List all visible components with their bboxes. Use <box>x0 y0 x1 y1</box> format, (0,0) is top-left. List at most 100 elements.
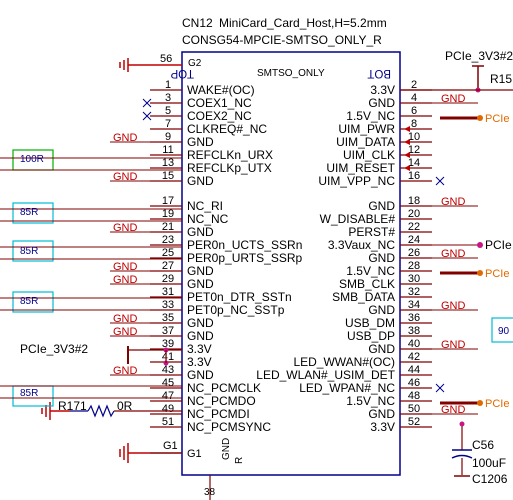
left-pin-name: NC_PCMSYNC <box>187 420 271 434</box>
left-pin-num: 37 <box>162 325 174 337</box>
right-pin-num: 22 <box>408 221 420 233</box>
left-pin-name: NC_RI <box>187 199 223 213</box>
left-pin-num: 3 <box>165 92 171 104</box>
right-pin-name: 3.3V <box>370 420 395 434</box>
svg-text:100R: 100R <box>20 154 44 165</box>
right-pin-num: 16 <box>408 170 420 182</box>
right-pin-name: 3.3V <box>370 83 395 97</box>
left-pin-num: 35 <box>162 312 174 324</box>
right-pin-num: 42 <box>408 351 420 363</box>
left-pin-num: 19 <box>162 208 174 220</box>
right-pin-num: 46 <box>408 377 420 389</box>
right-pin-num: 4 <box>411 92 417 104</box>
left-pin-name: PET0p_NC_SSTp <box>187 303 285 317</box>
pcie-partial-label: PCIe <box>485 398 509 410</box>
left-pin-name: GND <box>187 135 214 149</box>
bot-label: BOT <box>367 67 391 79</box>
left-pin-num: 23 <box>162 234 174 246</box>
pcie-net-dot <box>477 270 483 276</box>
c56-refdes: C56 <box>472 438 494 452</box>
left-pin-name: NC_PCMCLK <box>187 381 261 395</box>
left-pin-name: PER0p_URTS_SSRp <box>187 251 302 265</box>
right-pin-name: UIM_VPP_NC <box>318 174 395 188</box>
left-pin-num: 25 <box>162 247 174 259</box>
left-pin-name: WAKE#(OC) <box>187 83 255 97</box>
right-pin-num: 2 <box>411 79 417 91</box>
component-refdes: CN12 <box>182 16 213 30</box>
right-pin-name: USB_DM <box>345 316 395 330</box>
component-name: MiniCard_Card_Host,H=5.2mm <box>219 16 387 30</box>
right-pin-name: 3.3Vaux_NC <box>328 238 395 252</box>
right-pin-num: 20 <box>408 208 420 220</box>
svg-text:85R: 85R <box>20 388 38 399</box>
r171-zigzag <box>87 404 115 418</box>
right-pin-name: 1.5V_NC <box>346 264 395 278</box>
left-pin-name: 3.3V <box>187 355 212 369</box>
right-pin-num: 44 <box>408 364 420 376</box>
right-pin-name: LED_WPAN#_NC <box>299 381 395 395</box>
right-pin-num: 26 <box>408 247 420 259</box>
left-pin-name: COEX2_NC <box>187 109 252 123</box>
left-pin-name: GND <box>187 264 214 278</box>
right-pin-name: UIM_CLK <box>343 148 395 162</box>
right-pin-num: 48 <box>408 390 420 402</box>
right-pin-num: 36 <box>408 312 420 324</box>
right-pin-num: 18 <box>408 195 420 207</box>
top-label: TOP <box>170 67 194 79</box>
right-pin-name: USB_DP <box>347 329 395 343</box>
left-pin-name: GND <box>187 316 214 330</box>
g1-gnd-label: GND <box>221 438 232 460</box>
right-pin-num: 32 <box>408 286 420 298</box>
left-pin-name: GND <box>187 277 214 291</box>
right-pin-name: SMB_CLK <box>339 277 395 291</box>
right-pin-name: 1.5V_NC <box>346 394 395 408</box>
left-pin-name: NC_NC <box>187 212 229 226</box>
left-pin-name: PET0n_DTR_SSTn <box>187 290 292 304</box>
left-pin-num: 5 <box>165 105 171 117</box>
left-pin-num: 7 <box>165 118 171 130</box>
left-pin-name: GND <box>187 329 214 343</box>
pcie-partial-label: PCIe <box>485 268 509 280</box>
g1-pin-name: G1 <box>187 448 202 460</box>
svg-text:85R: 85R <box>20 207 38 218</box>
svg-text:85R: 85R <box>20 296 38 307</box>
left-pin-name: NC_PCMDI <box>187 407 250 421</box>
r15-label: R15 <box>490 72 512 86</box>
right-pin-num: 6 <box>411 105 417 117</box>
right-pin-name: UIM_DATA <box>336 135 395 149</box>
left-pin-num: 31 <box>162 286 174 298</box>
right-pin-name: GND <box>368 251 395 265</box>
junction-dot <box>477 242 483 248</box>
right-pin-name: PERST# <box>348 225 395 239</box>
left-pin-num: 29 <box>162 273 174 285</box>
pin-56-num: 56 <box>160 53 172 65</box>
c56-package: C1206 <box>472 472 508 486</box>
right-pin-num: 28 <box>408 260 420 272</box>
left-pin-num: 17 <box>162 195 174 207</box>
bottom-pin-num: 38 <box>204 487 216 498</box>
left-pin-name: CLKREQ#_NC <box>187 122 267 136</box>
left-pin-num: 47 <box>162 390 174 402</box>
schematic-canvas: CN12 MiniCard_Card_Host,H=5.2mm CONSG54-… <box>0 16 513 500</box>
svg-text:85R: 85R <box>20 246 38 257</box>
pcie-3v3-left-label: PCIe_3V3#2 <box>20 342 88 356</box>
right-pin-num: 34 <box>408 299 420 311</box>
left-pin-num: 49 <box>162 403 174 415</box>
right-pin-name: UIM_PWR <box>338 122 395 136</box>
right-pin-num: 8 <box>411 118 417 130</box>
right-pin-name: GND <box>368 407 395 421</box>
left-pin-num: 9 <box>165 131 171 143</box>
left-pin-num: 21 <box>162 221 174 233</box>
left-pin-num: 33 <box>162 299 174 311</box>
center-label: SMTSO_ONLY <box>257 68 325 79</box>
left-pin-name: COEX1_NC <box>187 96 252 110</box>
left-pin-num: 43 <box>162 364 174 376</box>
left-pin-name: GND <box>187 225 214 239</box>
left-pin-name: REFCLKn_URX <box>187 148 273 162</box>
left-pin-num: 39 <box>162 338 174 350</box>
pcie-partial-label: PCIe <box>485 113 509 125</box>
left-pin-num: 51 <box>162 416 174 428</box>
component-footprint: CONSG54-MPCIE-SMTSO_ONLY_R <box>182 33 382 47</box>
g1-pin-num: G1 <box>163 440 178 452</box>
right-pin-name: UIM_RESET <box>326 161 395 175</box>
